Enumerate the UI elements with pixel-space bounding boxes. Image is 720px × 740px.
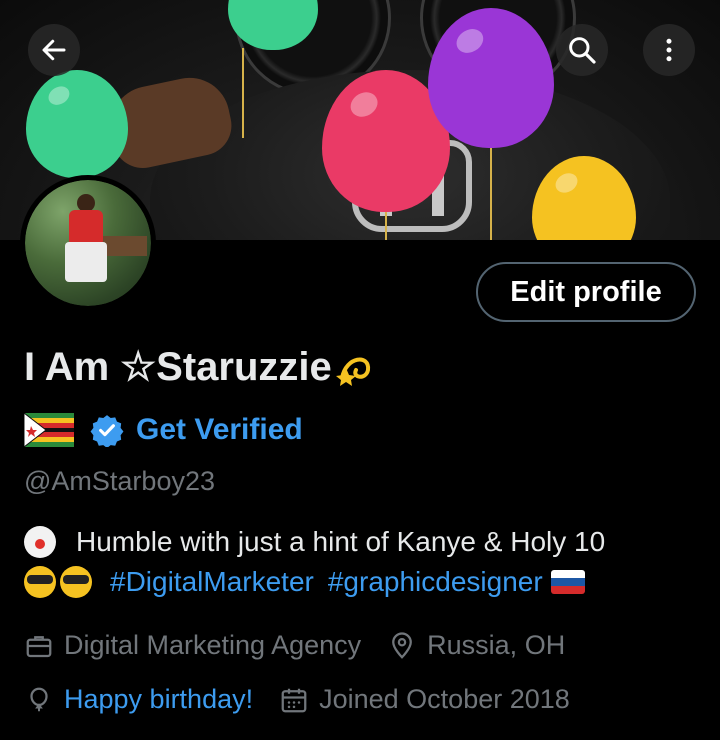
clown-face-emoji-icon (21, 524, 59, 558)
display-name: I Am ☆Staruzzie (24, 344, 374, 390)
green-balloon (26, 70, 128, 178)
hashtag-graphic-designer[interactable]: #graphicdesigner (328, 566, 543, 598)
bio-text: Humble with just a hint of Kanye & Holy … (76, 526, 606, 557)
profile-meta-row-2: Happy birthday! Joined October 2018 (24, 684, 570, 715)
russia-flag-icon (550, 570, 585, 594)
avatar[interactable] (20, 175, 156, 311)
verify-row: Get Verified (24, 410, 303, 450)
joined-date: Joined October 2018 (319, 684, 570, 714)
location-pin-icon (392, 631, 413, 659)
balloon-string (490, 146, 492, 240)
sunglasses-face-emoji-icon (24, 566, 56, 598)
get-verified-link[interactable]: Get Verified (136, 413, 303, 447)
professional-category: Digital Marketing Agency (64, 630, 362, 660)
bio-line-2: #DigitalMarketer #graphicdesigner (24, 566, 585, 598)
bio-line-1: Humble with just a hint of Kanye & Holy … (21, 524, 606, 558)
more-options-button[interactable] (643, 24, 695, 76)
balloon-icon (30, 687, 48, 711)
arrow-left-icon (42, 39, 66, 61)
verified-badge-icon[interactable] (90, 413, 124, 447)
briefcase-icon (26, 635, 52, 657)
edit-profile-button[interactable]: Edit profile (476, 262, 696, 322)
back-button[interactable] (28, 24, 80, 76)
balloon-string (385, 210, 387, 240)
dizzy-star-emoji-icon (335, 357, 370, 386)
balloon-string (242, 48, 244, 138)
search-button[interactable] (556, 24, 608, 76)
profile-meta-row-1: Digital Marketing Agency Russia, OH (24, 630, 565, 661)
display-name-text: I Am ☆Staruzzie (24, 345, 332, 389)
birthday-link[interactable]: Happy birthday! (64, 684, 253, 715)
more-vertical-icon (666, 38, 672, 62)
calendar-icon (281, 688, 307, 712)
sunglasses-face-emoji-icon (60, 566, 92, 598)
avatar-photo (25, 180, 151, 306)
zimbabwe-flag-icon (24, 413, 74, 447)
location-text: Russia, OH (427, 630, 566, 660)
hashtag-digital-marketer[interactable]: #DigitalMarketer (110, 566, 314, 598)
user-handle: @AmStarboy23 (24, 466, 215, 496)
search-icon (569, 37, 596, 64)
